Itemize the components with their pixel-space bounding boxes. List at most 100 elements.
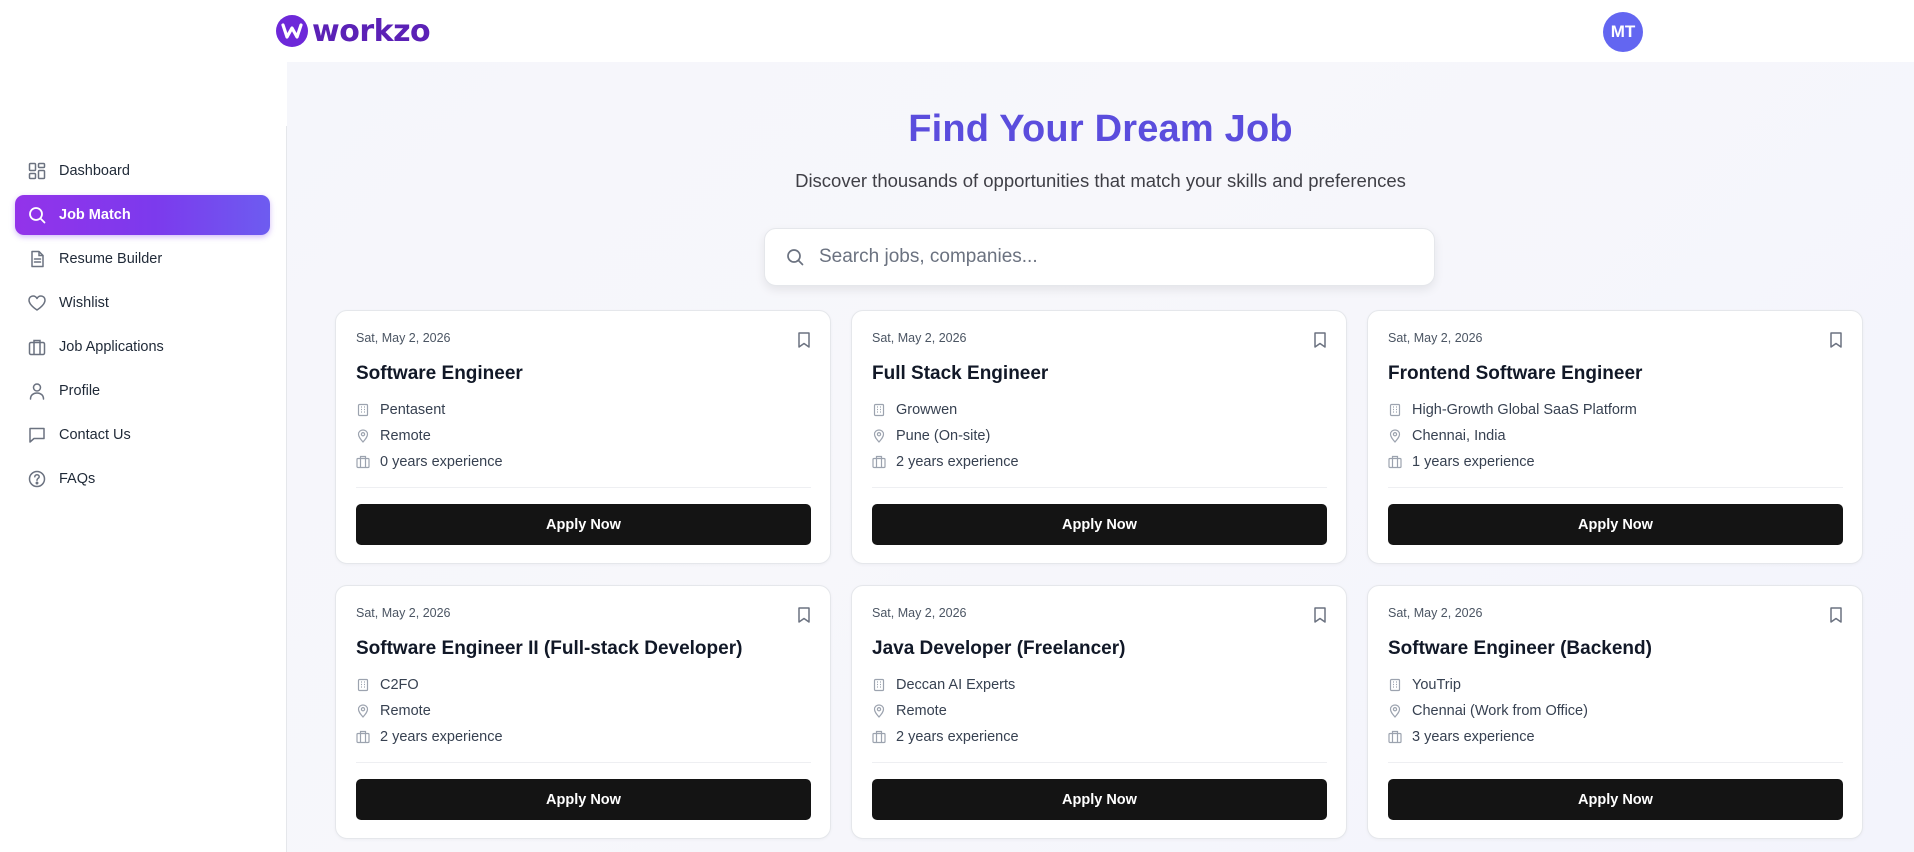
job-title[interactable]: Java Developer (Freelancer) [872,638,1125,660]
sidebar-item-resume-builder[interactable]: Resume Builder [15,239,270,279]
company-name: High-Growth Global SaaS Platform [1412,402,1637,418]
user-avatar[interactable]: MT [1603,12,1643,52]
apply-now-button[interactable]: Apply Now [1388,504,1843,545]
help-circle-icon [28,470,46,488]
company-name: Deccan AI Experts [896,677,1016,693]
posted-date: Sat, May 2, 2026 [1388,606,1483,620]
company-row: Pentasent [356,402,445,418]
card-divider [1388,487,1843,488]
experience-required: 2 years experience [896,729,1019,745]
job-card[interactable]: Sat, May 2, 2026 Java Developer (Freelan… [851,585,1347,839]
bookmark-icon[interactable] [796,606,812,624]
sidebar-item-profile[interactable]: Profile [15,371,270,411]
experience-required: 2 years experience [896,454,1019,470]
card-divider [356,762,811,763]
search-input[interactable] [819,246,1399,268]
search-icon [29,207,46,224]
experience-row: 2 years experience [872,454,1019,470]
bookmark-icon[interactable] [1312,331,1328,349]
apply-now-button[interactable]: Apply Now [872,779,1327,820]
map-pin-icon [1389,704,1401,718]
sidebar-item-wishlist[interactable]: Wishlist [15,283,270,323]
job-card[interactable]: Sat, May 2, 2026 Frontend Software Engin… [1367,310,1863,564]
job-location: Remote [896,703,947,719]
experience-row: 0 years experience [356,454,503,470]
posted-date: Sat, May 2, 2026 [356,331,451,345]
job-card[interactable]: Sat, May 2, 2026 Software Engineer Penta… [335,310,831,564]
search-icon [787,249,804,266]
bookmark-icon[interactable] [1828,606,1844,624]
posted-date: Sat, May 2, 2026 [1388,331,1483,345]
experience-row: 3 years experience [1388,729,1535,745]
heart-icon [28,295,46,311]
apply-now-button[interactable]: Apply Now [356,779,811,820]
map-pin-icon [357,429,369,443]
sidebar-item-faqs[interactable]: FAQs [15,459,270,499]
briefcase-icon [1388,455,1402,469]
sidebar-item-label: Job Match [59,207,131,223]
document-icon [31,250,44,268]
experience-required: 1 years experience [1412,454,1535,470]
job-card[interactable]: Sat, May 2, 2026 Software Engineer II (F… [335,585,831,839]
sidebar-item-label: FAQs [59,471,96,487]
company-name: Pentasent [380,402,446,418]
sidebar-item-label: Wishlist [59,295,109,311]
job-title[interactable]: Software Engineer (Backend) [1388,638,1652,660]
user-icon [29,383,45,400]
briefcase-icon [872,455,886,469]
job-title[interactable]: Frontend Software Engineer [1388,363,1642,385]
job-card[interactable]: Sat, May 2, 2026 Software Engineer (Back… [1367,585,1863,839]
sidebar-item-dashboard[interactable]: Dashboard [15,151,270,191]
brand-name: workzo [312,13,431,49]
card-divider [1388,762,1843,763]
building-icon [357,403,369,417]
apply-now-button[interactable]: Apply Now [1388,779,1843,820]
building-icon [1389,403,1401,417]
bookmark-icon[interactable] [1828,331,1844,349]
page-subtitle: Discover thousands of opportunities that… [795,170,1406,191]
sidebar-item-contact-us[interactable]: Contact Us [15,415,270,455]
job-location: Pune (On-site) [896,428,991,444]
sidebar-item-label: Profile [59,383,101,399]
main-content: Find Your Dream Job Discover thousands o… [287,62,1914,852]
map-pin-icon [1389,429,1401,443]
experience-row: 1 years experience [1388,454,1535,470]
briefcase-icon [28,339,46,356]
building-icon [873,678,885,692]
building-icon [1389,678,1401,692]
sidebar-item-label: Resume Builder [59,251,163,267]
experience-row: 2 years experience [872,729,1019,745]
message-icon [29,427,45,443]
card-divider [872,487,1327,488]
job-title[interactable]: Software Engineer II (Full-stack Develop… [356,638,742,660]
company-row: Deccan AI Experts [872,677,1015,693]
job-card[interactable]: Sat, May 2, 2026 Full Stack Engineer Gro… [851,310,1347,564]
sidebar-item-job-applications[interactable]: Job Applications [15,327,270,367]
experience-required: 2 years experience [380,729,503,745]
job-title[interactable]: Software Engineer [356,363,523,385]
location-row: Chennai, India [1388,428,1506,444]
bookmark-icon[interactable] [796,331,812,349]
apply-now-button[interactable]: Apply Now [872,504,1327,545]
job-title[interactable]: Full Stack Engineer [872,363,1048,385]
briefcase-icon [356,730,370,744]
sidebar-item-job-match[interactable]: Job Match [15,195,270,235]
company-name: YouTrip [1412,677,1461,693]
search-bar[interactable] [764,228,1435,286]
bookmark-icon[interactable] [1312,606,1328,624]
company-name: C2FO [380,677,419,693]
brand-logo[interactable]: workzo [276,13,431,49]
company-row: C2FO [356,677,419,693]
card-divider [356,487,811,488]
experience-required: 3 years experience [1412,729,1535,745]
briefcase-icon [1388,730,1402,744]
apply-now-button[interactable]: Apply Now [356,504,811,545]
top-bar: workzo MT [0,0,1914,62]
posted-date: Sat, May 2, 2026 [872,331,967,345]
dashboard-icon [28,162,46,180]
location-row: Pune (On-site) [872,428,990,444]
workzo-logo-icon [276,15,308,47]
map-pin-icon [873,429,885,443]
experience-required: 0 years experience [380,454,503,470]
sidebar-item-label: Contact Us [59,427,131,443]
